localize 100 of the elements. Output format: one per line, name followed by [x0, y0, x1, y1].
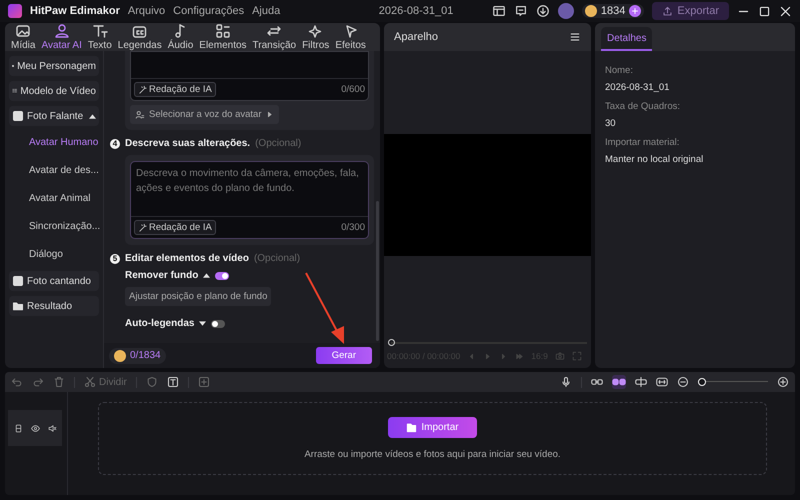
- undo-icon[interactable]: [11, 376, 23, 388]
- ai-writing-button[interactable]: Redação de IA: [134, 220, 216, 235]
- zoom-in-icon[interactable]: [777, 376, 789, 388]
- tab[interactable]: Filtros: [299, 23, 332, 51]
- field-value: Manter no local original: [605, 154, 704, 165]
- sidebar-item[interactable]: Meu Personagem: [9, 56, 99, 76]
- upload-icon: [662, 6, 674, 16]
- link-icon[interactable]: [612, 375, 626, 389]
- zoom-out-icon[interactable]: [677, 376, 689, 388]
- sparkle-icon: [308, 23, 324, 39]
- optional-hint: (Opcional): [255, 138, 302, 149]
- menu-item[interactable]: Arquivo: [128, 5, 166, 17]
- step-title: Descreva suas alterações.: [125, 138, 250, 149]
- person-icon: [54, 23, 70, 39]
- character-counter: 0/300: [341, 222, 365, 233]
- speaker-icon[interactable]: [48, 424, 56, 432]
- sidebar-subitem[interactable]: Avatar Animal: [9, 187, 99, 210]
- redo-icon[interactable]: [32, 376, 44, 388]
- menu-item[interactable]: Ajuda: [252, 5, 280, 17]
- sidebar-subitem[interactable]: Diálogo: [9, 243, 99, 266]
- menu-item[interactable]: Configurações: [173, 5, 244, 17]
- zoom-slider[interactable]: [698, 378, 768, 386]
- preview-title: Aparelho: [394, 31, 438, 43]
- caret-icon[interactable]: [89, 114, 96, 118]
- generate-button[interactable]: Gerar: [316, 347, 372, 364]
- menu-icon[interactable]: [569, 31, 581, 43]
- voice-select-button[interactable]: Selecionar a voz do avatar: [130, 105, 280, 124]
- ai-writing-button[interactable]: Redação de IA: [134, 82, 216, 97]
- zoom-thumb[interactable]: [698, 378, 706, 386]
- delete-icon[interactable]: [53, 376, 65, 388]
- maximize-icon[interactable]: [758, 4, 771, 18]
- scissors-icon: [84, 376, 96, 388]
- playback-slider[interactable]: [388, 338, 587, 348]
- layout-icon[interactable]: [492, 4, 506, 18]
- details-tab[interactable]: Detalhes: [601, 27, 652, 51]
- optional-hint: (Opcional): [254, 253, 300, 264]
- sidebar-item[interactable]: Modelo de Vídeo: [9, 81, 99, 101]
- caret-icon[interactable]: [203, 273, 210, 278]
- sidebar-item[interactable]: Foto Falante: [9, 106, 99, 126]
- feedback-icon[interactable]: [514, 4, 528, 18]
- description-field[interactable]: Descreva o movimento da câmera, emoções, fala, ações e eventos do plano de fundo. Redação de IA 0/300: [130, 161, 369, 239]
- play-icon: [265, 110, 274, 119]
- sidebar-label: Foto cantando: [27, 276, 91, 286]
- tab[interactable]: Avatar AI: [38, 23, 85, 51]
- field-value: 2026-08-31_01: [605, 82, 670, 93]
- tab[interactable]: Texto: [84, 23, 115, 51]
- photo-icon: [12, 275, 24, 287]
- step-title: Editar elementos de vídeo: [125, 253, 249, 264]
- sidebar-label: Resultado: [27, 300, 72, 312]
- tab[interactable]: Legendas: [114, 23, 165, 51]
- sidebar-subitem[interactable]: Avatar Humano: [9, 131, 99, 154]
- script-field[interactable]: Redação de IA 0/600: [130, 51, 369, 101]
- tab[interactable]: Mídia: [8, 23, 38, 51]
- microphone-icon[interactable]: [560, 376, 572, 388]
- people-icon: [135, 110, 145, 120]
- text-icon: [92, 23, 108, 39]
- eye-icon[interactable]: [30, 424, 40, 432]
- sidebar-subitem[interactable]: Sincronização...: [9, 215, 99, 238]
- sidebar-label: Modelo de Vídeo: [20, 86, 96, 96]
- photo-icon: [12, 110, 24, 122]
- user-avatar[interactable]: [558, 3, 574, 19]
- field-value: 30: [605, 118, 617, 129]
- toggle-switch[interactable]: [211, 320, 226, 328]
- field-label: Nome:: [605, 65, 634, 76]
- adjust-background-button[interactable]: Ajustar posição e plano de fundo: [125, 287, 272, 306]
- sidebar-label: Foto Falante: [27, 110, 84, 122]
- folder-plus-icon: [406, 422, 418, 433]
- add-frame-icon[interactable]: [198, 376, 210, 388]
- tab[interactable]: Transição: [250, 23, 300, 51]
- split-clip-icon[interactable]: [635, 376, 647, 388]
- close-icon[interactable]: [778, 4, 792, 18]
- fit-width-icon[interactable]: [656, 376, 668, 388]
- toggle-switch[interactable]: [215, 272, 230, 280]
- tab[interactable]: Efeitos: [332, 23, 369, 51]
- download-icon[interactable]: [536, 4, 550, 18]
- sidebar-subitem[interactable]: Avatar de des...: [9, 159, 99, 182]
- import-button[interactable]: Importar: [388, 417, 477, 438]
- link-icon[interactable]: [591, 376, 603, 388]
- field-label: Taxa de Quadros:: [605, 101, 681, 112]
- project-title: 2026-08-31_01: [378, 5, 454, 17]
- text-box-icon[interactable]: [166, 376, 179, 388]
- film-icon[interactable]: [14, 424, 22, 432]
- sidebar-item[interactable]: Resultado: [9, 296, 99, 316]
- image-icon: [15, 23, 32, 39]
- wand-icon: [138, 222, 148, 232]
- tab[interactable]: Elementos: [196, 23, 250, 51]
- app-name: HitPaw Edimakor: [30, 5, 120, 17]
- coin-icon: [584, 5, 597, 17]
- character-counter: 0/600: [341, 84, 365, 95]
- caret-icon[interactable]: [199, 321, 206, 326]
- elements-icon: [214, 23, 231, 39]
- tab[interactable]: Áudio: [164, 23, 196, 51]
- export-button[interactable]: Exportar: [652, 2, 729, 20]
- option-label: Remover fundo: [125, 270, 198, 281]
- drop-zone[interactable]: Importar Arraste ou importe vídeos e fotos aqui para iniciar seu vídeo.: [98, 402, 767, 475]
- sidebar-item[interactable]: Foto cantando: [9, 271, 99, 291]
- shield-icon[interactable]: [146, 376, 158, 388]
- playback-thumb[interactable]: [388, 339, 395, 346]
- credit-text: 0/1834: [130, 350, 161, 361]
- option-label: Auto-legendas: [125, 318, 194, 329]
